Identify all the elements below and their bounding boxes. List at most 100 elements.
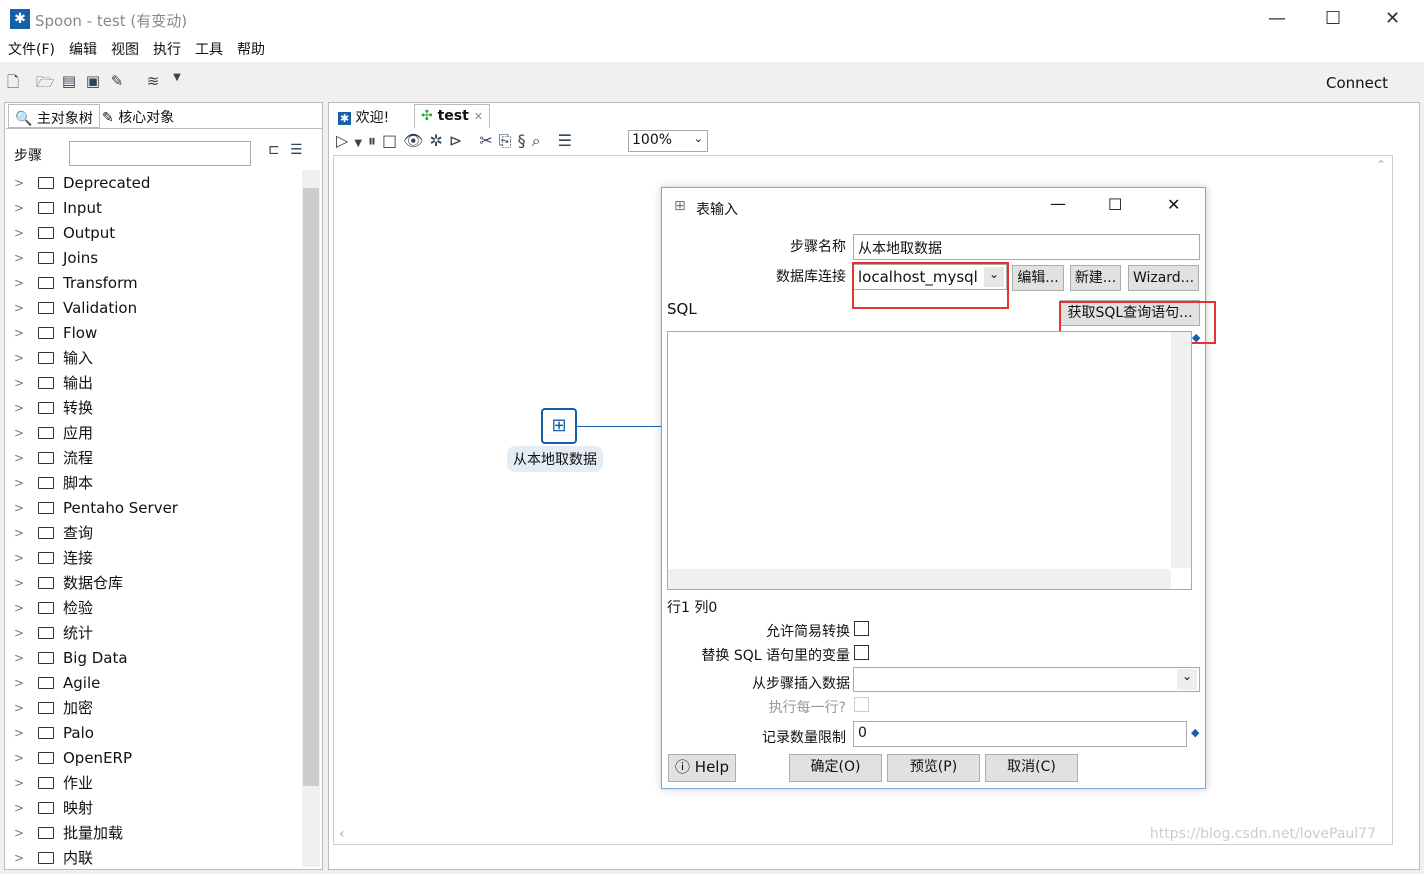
tree-item[interactable]: > Validation bbox=[10, 295, 300, 320]
stop-icon[interactable]: □ bbox=[382, 131, 403, 150]
tree-item[interactable]: > 连接 bbox=[10, 545, 300, 570]
tree-item[interactable]: > 流程 bbox=[10, 445, 300, 470]
explore-db-icon[interactable]: ⌕ bbox=[532, 131, 547, 150]
chevron-right-icon[interactable]: > bbox=[10, 726, 38, 740]
chevron-right-icon[interactable]: > bbox=[10, 176, 38, 190]
tree-item[interactable]: > 脚本 bbox=[10, 470, 300, 495]
tab-main-tree[interactable]: 🔍 主对象树 bbox=[8, 104, 100, 128]
tree-item[interactable]: > 内联 bbox=[10, 845, 300, 870]
connect-button[interactable]: Connect bbox=[1326, 74, 1388, 92]
close-tab-icon[interactable]: ✕ bbox=[474, 110, 483, 123]
chevron-right-icon[interactable]: > bbox=[10, 626, 38, 640]
table-input-step-icon[interactable]: ⊞ bbox=[541, 408, 577, 444]
tree-item[interactable]: > Palo bbox=[10, 720, 300, 745]
maximize-button[interactable]: ☐ bbox=[1325, 8, 1341, 29]
cancel-button[interactable]: 取消(C) bbox=[985, 754, 1078, 782]
chevron-right-icon[interactable]: > bbox=[10, 676, 38, 690]
tree-item[interactable]: > Flow bbox=[10, 320, 300, 345]
tree-item[interactable]: > 查询 bbox=[10, 520, 300, 545]
tree-item[interactable]: > Input bbox=[10, 195, 300, 220]
run-dropdown-icon[interactable]: ▼ bbox=[354, 138, 368, 149]
tree-item[interactable]: > 转换 bbox=[10, 395, 300, 420]
tree-item[interactable]: > Joins bbox=[10, 245, 300, 270]
menu-tools[interactable]: 工具 bbox=[195, 42, 223, 58]
step-label[interactable]: 从本地取数据 bbox=[507, 446, 603, 472]
new-file-icon[interactable]: 🗋 bbox=[4, 72, 22, 91]
tab-welcome[interactable]: ✱ 欢迎! bbox=[332, 104, 395, 128]
replay-icon[interactable]: ⊳ bbox=[449, 131, 468, 150]
preview-icon[interactable]: 👁 bbox=[403, 131, 429, 150]
tree-item[interactable]: > Big Data bbox=[10, 645, 300, 670]
tree-item[interactable]: > Pentaho Server bbox=[10, 495, 300, 520]
chevron-right-icon[interactable]: > bbox=[10, 351, 38, 365]
minimize-button[interactable]: — bbox=[1268, 8, 1286, 29]
run-icon[interactable]: ▷ bbox=[336, 131, 354, 150]
chevron-right-icon[interactable]: > bbox=[10, 701, 38, 715]
help-button[interactable]: ⓘ Help bbox=[668, 754, 736, 782]
tree-item[interactable]: > 加密 bbox=[10, 695, 300, 720]
chevron-right-icon[interactable]: > bbox=[10, 276, 38, 290]
chevron-right-icon[interactable]: > bbox=[10, 426, 38, 440]
chevron-right-icon[interactable]: > bbox=[10, 251, 38, 265]
tree-item[interactable]: > 映射 bbox=[10, 795, 300, 820]
debug-icon[interactable]: ✲ bbox=[429, 131, 448, 150]
results-icon[interactable]: ☰ bbox=[558, 131, 578, 150]
tree-item[interactable]: > 输入 bbox=[10, 345, 300, 370]
pause-icon[interactable]: ⏸ bbox=[368, 131, 382, 150]
edit-connection-button[interactable]: 编辑... bbox=[1012, 265, 1064, 291]
chevron-right-icon[interactable]: > bbox=[10, 601, 38, 615]
execute-each-row-checkbox[interactable] bbox=[854, 697, 869, 712]
menu-help[interactable]: 帮助 bbox=[237, 42, 265, 58]
menu-edit[interactable]: 编辑 bbox=[69, 42, 97, 58]
chevron-right-icon[interactable]: > bbox=[10, 226, 38, 240]
verify-icon[interactable]: ✂ bbox=[479, 131, 498, 150]
chevron-right-icon[interactable]: > bbox=[10, 526, 38, 540]
menu-run[interactable]: 执行 bbox=[153, 42, 181, 58]
tree-item[interactable]: > 数据仓库 bbox=[10, 570, 300, 595]
chevron-right-icon[interactable]: > bbox=[10, 326, 38, 340]
expand-all-icon[interactable]: ☰ bbox=[290, 142, 303, 158]
preview-button[interactable]: 预览(P) bbox=[887, 754, 980, 782]
save-as-icon[interactable]: ✎ bbox=[108, 72, 126, 90]
lazy-conversion-checkbox[interactable] bbox=[854, 621, 869, 636]
chevron-right-icon[interactable]: > bbox=[10, 551, 38, 565]
chevron-right-icon[interactable]: > bbox=[10, 301, 38, 315]
tree-item[interactable]: > 统计 bbox=[10, 620, 300, 645]
scroll-left-icon[interactable]: ‹ bbox=[339, 826, 345, 842]
ok-button[interactable]: 确定(O) bbox=[789, 754, 882, 782]
chevron-right-icon[interactable]: > bbox=[10, 801, 38, 815]
tab-test[interactable]: ✣ test ✕ bbox=[414, 104, 490, 128]
step-name-input[interactable]: 从本地取数据 bbox=[853, 234, 1200, 260]
chevron-right-icon[interactable]: > bbox=[10, 401, 38, 415]
tree-item[interactable]: > Output bbox=[10, 220, 300, 245]
tree-item[interactable]: > Deprecated bbox=[10, 170, 300, 195]
chevron-right-icon[interactable]: > bbox=[10, 851, 38, 865]
layers-icon[interactable]: ≋ bbox=[144, 72, 162, 90]
chevron-right-icon[interactable]: > bbox=[10, 651, 38, 665]
tab-core-objects[interactable]: ✎ 核心对象 bbox=[96, 104, 180, 128]
wizard-button[interactable]: Wizard... bbox=[1128, 265, 1199, 291]
save-icon[interactable]: ▣ bbox=[84, 72, 102, 90]
impact-icon[interactable]: ⎘ bbox=[499, 131, 518, 150]
collapse-all-icon[interactable]: ⊏ bbox=[268, 142, 280, 158]
chevron-right-icon[interactable]: > bbox=[10, 826, 38, 840]
dropdown-arrow-icon[interactable]: ▼ bbox=[168, 72, 186, 90]
close-button[interactable]: ✕ bbox=[1385, 8, 1400, 29]
sql-editor[interactable] bbox=[667, 331, 1192, 590]
chevron-right-icon[interactable]: > bbox=[10, 576, 38, 590]
sql-horizontal-scrollbar[interactable] bbox=[668, 569, 1171, 589]
insert-from-step-select[interactable]: ⌄ bbox=[853, 667, 1200, 692]
explore-repo-icon[interactable]: ▤ bbox=[60, 72, 78, 90]
sql-vertical-scrollbar[interactable] bbox=[1171, 332, 1191, 568]
scroll-thumb[interactable] bbox=[303, 188, 319, 786]
zoom-select[interactable]: 100% ⌄ bbox=[628, 130, 708, 152]
chevron-right-icon[interactable]: > bbox=[10, 751, 38, 765]
chevron-right-icon[interactable]: > bbox=[10, 451, 38, 465]
dialog-minimize-button[interactable]: — bbox=[1050, 194, 1066, 213]
menu-file[interactable]: 文件(F) bbox=[8, 42, 55, 58]
steps-search-input[interactable] bbox=[69, 141, 251, 166]
chevron-right-icon[interactable]: > bbox=[10, 501, 38, 515]
chevron-right-icon[interactable]: > bbox=[10, 201, 38, 215]
tree-item[interactable]: > 应用 bbox=[10, 420, 300, 445]
new-connection-button[interactable]: 新建... bbox=[1070, 265, 1121, 291]
